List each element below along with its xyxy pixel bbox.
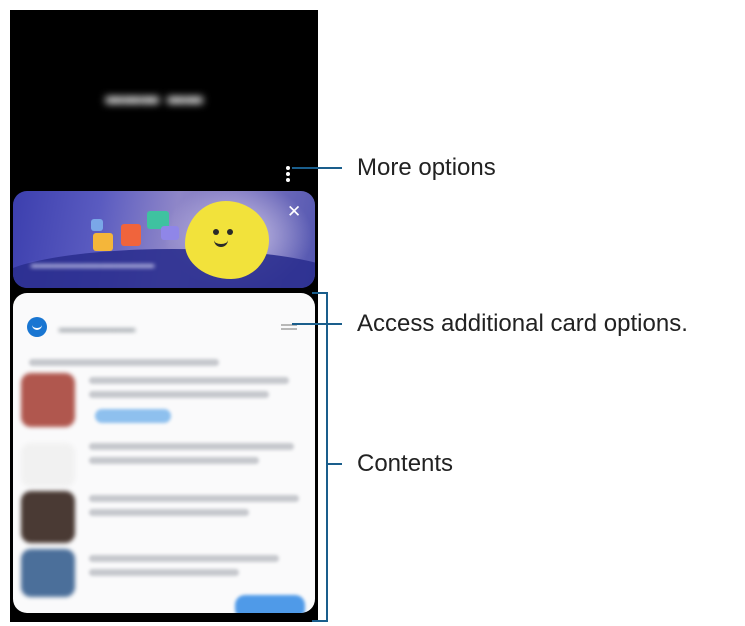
article-text-blurred	[89, 391, 269, 398]
article-thumbnail[interactable]	[21, 443, 75, 487]
article-text-blurred	[89, 495, 299, 502]
document-tile-icon	[121, 224, 141, 246]
greeting-text-blurred: ▂▂▂ ▂▂	[106, 79, 204, 104]
play-tile-icon	[93, 233, 113, 251]
music-tile-icon	[161, 226, 179, 240]
content-card[interactable]: ▂▂▂▂▂▂▂▂▂	[13, 293, 315, 613]
promo-banner[interactable]: ▂▂▂▂▂▂▂▂▂▂▂▂▂▂▂▂ ✕	[13, 191, 315, 288]
mascot-eye	[227, 229, 233, 235]
card-subtitle-blurred	[29, 359, 219, 366]
mascot-mouth	[214, 237, 228, 247]
card-options-callout-line	[292, 323, 342, 325]
contents-bracket-vertical	[326, 292, 328, 622]
contents-label: Contents	[357, 450, 454, 477]
contents-bracket-bottom	[312, 620, 328, 622]
article-text-blurred	[89, 377, 289, 384]
article-text-blurred	[89, 569, 239, 576]
card-options-label: Access additional card options.	[357, 310, 688, 337]
article-text-blurred	[89, 457, 259, 464]
smile-logo-icon	[27, 317, 47, 337]
more-options-label: More options	[357, 154, 496, 181]
banner-wave	[13, 249, 315, 288]
card-title-blurred: ▂▂▂▂▂▂▂▂▂	[59, 319, 136, 332]
article-thumbnail[interactable]	[21, 491, 75, 543]
article-text-blurred	[89, 443, 294, 450]
contents-callout-line	[326, 463, 342, 465]
article-text-blurred	[89, 555, 279, 562]
article-text-blurred	[89, 509, 249, 516]
article-thumbnail[interactable]	[21, 373, 75, 427]
mascot-eye	[213, 229, 219, 235]
banner-tile-icon	[91, 219, 103, 231]
article-action-pill[interactable]	[95, 409, 171, 423]
close-icon[interactable]: ✕	[287, 204, 301, 221]
banner-text-blurred: ▂▂▂▂▂▂▂▂▂▂▂▂▂▂▂▂	[31, 257, 155, 268]
phone-screen: ▂▂▂ ▂▂ ▂▂▂▂▂▂▂▂▂▂▂▂▂▂▂▂ ✕ ▂▂▂▂▂▂▂▂▂	[10, 10, 318, 622]
more-options-callout-line	[292, 167, 342, 169]
sun-mascot-icon	[185, 201, 269, 279]
card-action-button[interactable]	[235, 595, 305, 613]
article-thumbnail[interactable]	[21, 549, 75, 597]
